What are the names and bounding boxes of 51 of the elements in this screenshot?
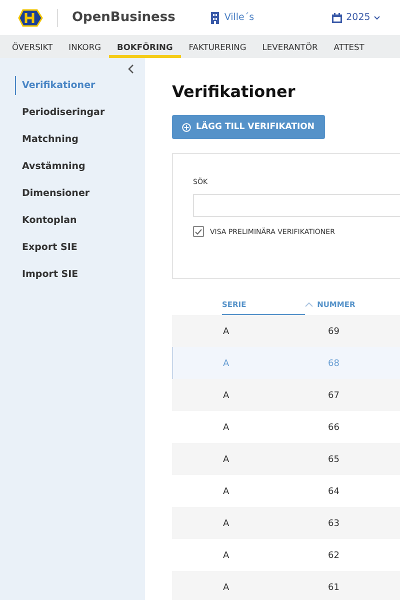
chevron-left-icon[interactable] <box>127 64 135 74</box>
table-row[interactable]: A 65 <box>172 443 400 475</box>
table-cell-text: A <box>223 486 230 496</box>
table-cell-text: A <box>223 518 230 528</box>
table-row[interactable]: A 62 <box>172 539 400 571</box>
sidebar-item[interactable]: Matchning <box>15 130 84 149</box>
table-cell-text: A <box>223 422 230 432</box>
table-cell-text: A <box>223 550 230 560</box>
table-row[interactable]: A 63 <box>172 507 400 539</box>
sidebar-item[interactable]: Import SIE <box>15 265 84 284</box>
page-title: Verifikationer <box>172 82 296 101</box>
nav-tab[interactable]: FAKTURERING <box>180 35 254 58</box>
table-cell: 62 <box>328 550 340 560</box>
nav-tab[interactable]: ÖVERSIKT <box>4 35 61 58</box>
table-row[interactable]: A 66 <box>172 411 400 443</box>
table-cell: 68 <box>328 358 340 368</box>
table-row[interactable]: A 64 <box>172 475 400 507</box>
table-cell: 61 <box>328 582 340 592</box>
sidebar-item[interactable]: Avstämning <box>15 157 92 176</box>
table-cell: 64 <box>328 486 340 496</box>
table-cell: 66 <box>328 422 340 432</box>
table-cell: 65 <box>328 454 340 464</box>
search-field[interactable] <box>193 194 400 217</box>
brand-name: OpenBusiness <box>72 10 176 25</box>
building-icon <box>211 12 220 24</box>
sort-caret-icon <box>305 302 314 307</box>
table-cell-text: A <box>223 390 230 400</box>
table-cell-text: A <box>223 582 230 592</box>
table-cell: 69 <box>328 326 340 336</box>
table-cell: 67 <box>328 390 340 400</box>
nav-tab[interactable]: ATTEST <box>326 35 372 58</box>
table-row[interactable]: A 69 <box>172 315 400 347</box>
sidebar-item[interactable]: Export SIE <box>15 238 84 257</box>
sidebar-item[interactable]: Dimensioner <box>15 184 96 203</box>
table-row[interactable]: A 61 <box>172 571 400 600</box>
calendar-icon <box>332 12 342 22</box>
nav-tab[interactable]: LEVERANTÖR <box>254 35 326 58</box>
logo-icon <box>17 8 43 26</box>
nav-tab[interactable]: INKORG <box>60 35 110 58</box>
sidebar-item[interactable]: Kontoplan <box>15 211 83 230</box>
table-cell-text: A <box>223 454 230 464</box>
chevron-down-icon <box>374 16 380 20</box>
company-link[interactable]: Ville´s <box>224 12 254 23</box>
year-selector[interactable]: 2025 <box>332 12 380 23</box>
table-row[interactable]: A 67 <box>172 379 400 411</box>
sidebar-item[interactable]: Periodiseringar <box>15 103 111 122</box>
plus-circle-icon <box>182 122 191 132</box>
table-cell-text: A <box>223 326 230 336</box>
table-cell: 63 <box>328 518 340 528</box>
table-cell-text: A <box>223 358 230 368</box>
checkbox[interactable] <box>193 226 204 237</box>
